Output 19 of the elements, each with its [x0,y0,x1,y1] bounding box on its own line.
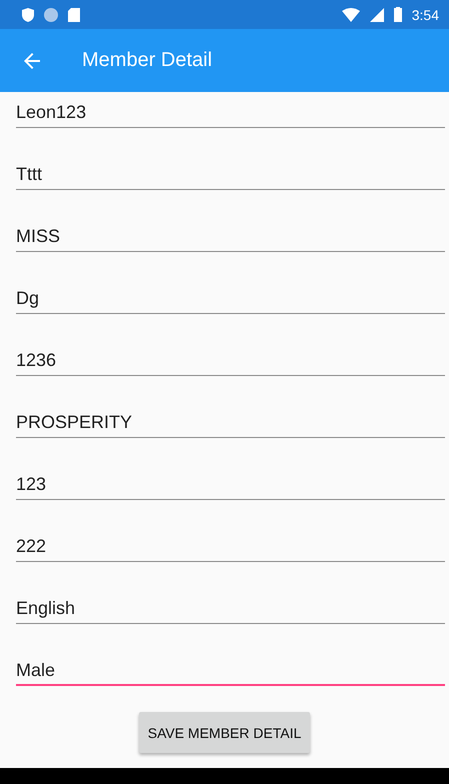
save-button[interactable]: SAVE MEMBER DETAIL [138,712,310,753]
shield-icon [22,8,34,22]
text-field[interactable]: 1236 [16,340,445,376]
circle-icon [44,8,58,22]
text-field[interactable]: English [16,588,445,624]
status-time: 3:54 [412,6,439,22]
text-field[interactable]: 123 [16,464,445,500]
text-field[interactable]: Leon123 [16,92,445,128]
text-field[interactable]: 222 [16,526,445,562]
wifi-icon [342,8,360,22]
screen-title: Member Detail [82,49,212,72]
text-field[interactable]: Dg [16,278,445,314]
sd-card-icon [68,8,80,22]
text-field[interactable]: Tttt [16,154,445,190]
text-field[interactable]: MISS [16,216,445,252]
battery-icon [394,7,402,22]
text-field[interactable]: Male [16,650,445,686]
signal-icon [370,8,384,22]
text-field[interactable]: PROSPERITY [16,402,445,438]
